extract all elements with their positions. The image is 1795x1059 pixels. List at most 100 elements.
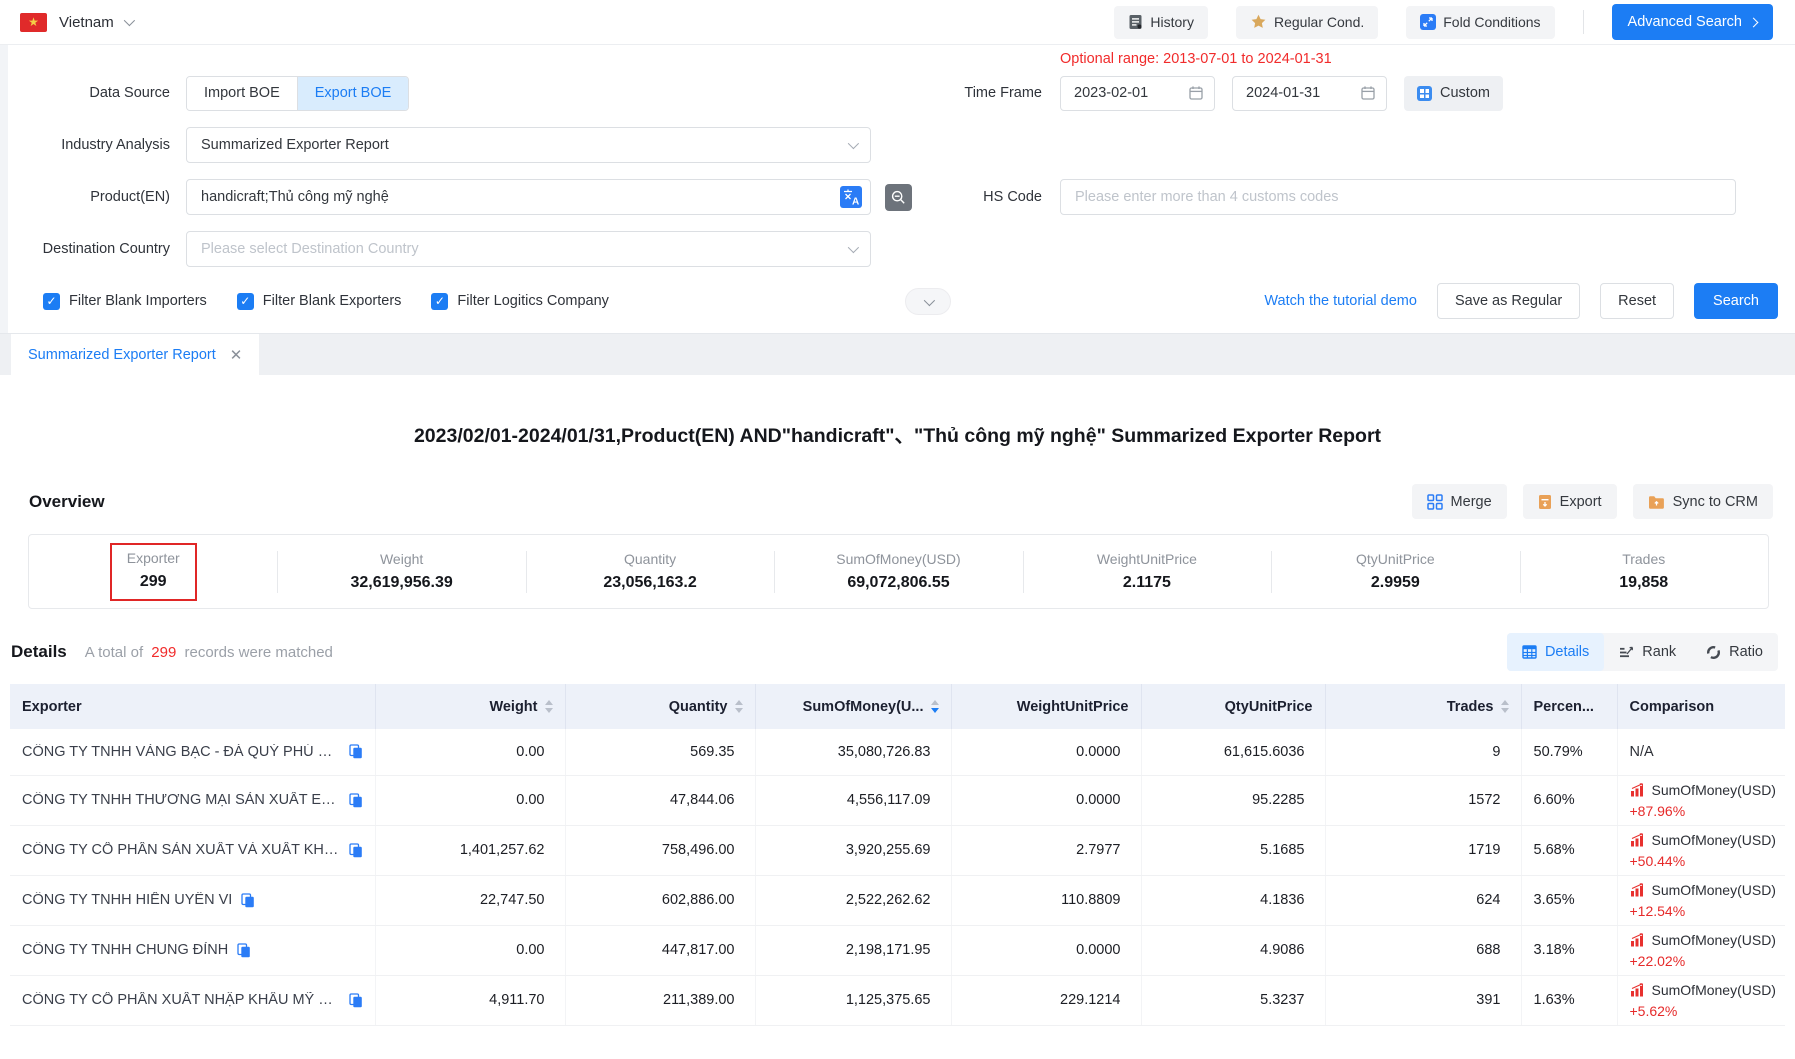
comparison-change-value: +87.96% (1630, 803, 1774, 819)
view-rank-button[interactable]: Rank (1604, 633, 1691, 671)
quantity-cell: 47,844.06 (565, 775, 755, 825)
percent-cell: 3.65% (1521, 875, 1617, 925)
records-matched-text: A total of 299 records were matched (85, 644, 333, 661)
sort-icon[interactable] (1501, 700, 1509, 713)
tutorial-demo-link[interactable]: Watch the tutorial demo (1264, 293, 1417, 309)
col-weight[interactable]: Weight (375, 684, 565, 729)
search-form: Optional range: 2013-07-01 to 2024-01-31… (0, 45, 1795, 333)
comparison-metric-label: SumOfMoney(USD) (1652, 882, 1776, 898)
search-button[interactable]: Search (1694, 283, 1778, 319)
date-to-input[interactable]: 2024-01-31 (1232, 76, 1387, 111)
tab-summarized-exporter-report[interactable]: Summarized Exporter Report ✕ (11, 334, 259, 375)
sort-icon[interactable] (735, 700, 743, 713)
import-boe-button[interactable]: Import BOE (187, 77, 298, 110)
fold-conditions-button[interactable]: Fold Conditions (1406, 6, 1554, 39)
tab-strip: Summarized Exporter Report ✕ (0, 333, 1795, 375)
reset-button[interactable]: Reset (1600, 283, 1674, 319)
hs-code-input[interactable] (1060, 179, 1736, 215)
red-bar-chart-icon (1630, 983, 1645, 997)
product-en-input[interactable] (186, 179, 871, 215)
date-from-input[interactable]: 2023-02-01 (1060, 76, 1215, 111)
chevron-down-icon (848, 242, 859, 253)
table-row[interactable]: CÔNG TY TNHH HIỀN UYÊN VI 22,747.50 602,… (10, 875, 1785, 925)
checkbox-checked-icon: ✓ (431, 293, 448, 310)
collapse-form-button[interactable] (905, 288, 951, 315)
stat-value: 69,072,806.55 (774, 574, 1022, 592)
table-row[interactable]: CÔNG TY CỔ PHẦN XUẤT NHẬP KHẨU MỸ NGH...… (10, 975, 1785, 1025)
export-button[interactable]: Export (1523, 484, 1617, 519)
stat-label: WeightUnitPrice (1023, 551, 1271, 567)
close-icon[interactable]: ✕ (230, 346, 243, 364)
copy-icon[interactable] (349, 993, 363, 1008)
filter-logitics-company-checkbox[interactable]: ✓ Filter Logitics Company (431, 293, 609, 310)
filter-blank-exporters-checkbox[interactable]: ✓ Filter Blank Exporters (237, 293, 402, 310)
stat-value: 19,858 (1520, 574, 1768, 592)
copy-icon[interactable] (241, 893, 255, 908)
copy-icon[interactable] (237, 943, 251, 958)
copy-icon[interactable] (349, 793, 363, 808)
table-row[interactable]: CÔNG TY CỔ PHẦN SẢN XUẤT VÀ XUẤT KHẨU ..… (10, 825, 1785, 875)
view-ratio-button[interactable]: Ratio (1691, 633, 1778, 671)
exporter-cell: CÔNG TY TNHH CHUNG ĐỈNH (10, 925, 375, 975)
destination-country-row: Destination Country Please select Destin… (8, 231, 1795, 267)
translate-icon[interactable]: A (840, 186, 862, 208)
stat-label: Weight (277, 551, 525, 567)
comparison-cell: SumOfMoney(USD) +50.44% (1617, 825, 1785, 875)
industry-analysis-select[interactable]: Summarized Exporter Report (186, 127, 871, 163)
chevron-down-icon[interactable] (124, 15, 135, 26)
merge-button[interactable]: Merge (1412, 484, 1507, 519)
total-suffix: records were matched (185, 644, 333, 661)
exclude-search-button[interactable] (885, 184, 912, 211)
col-quantity[interactable]: Quantity (565, 684, 755, 729)
copy-icon[interactable] (349, 843, 363, 858)
save-as-regular-button[interactable]: Save as Regular (1437, 283, 1580, 319)
table-row[interactable]: CÔNG TY TNHH CHUNG ĐỈNH 0.00 447,817.00 … (10, 925, 1785, 975)
exporter-cell: CÔNG TY CỔ PHẦN XUẤT NHẬP KHẨU MỸ NGH... (10, 975, 375, 1025)
sort-icon[interactable] (545, 700, 553, 713)
history-button[interactable]: History (1114, 6, 1208, 39)
data-source-row: Data Source Import BOE Export BOE Time F… (8, 75, 1795, 111)
weight-unit-price-cell: 2.7977 (951, 825, 1141, 875)
table-row[interactable]: CÔNG TY TNHH VÀNG BẠC - ĐÁ QUÝ PHÚ QUÝ 0… (10, 729, 1785, 775)
industry-analysis-row: Industry Analysis Summarized Exporter Re… (8, 127, 1795, 163)
qty-unit-price-cell: 5.3237 (1141, 975, 1325, 1025)
stat-trades: Trades 19,858 (1520, 551, 1768, 592)
country-selector-label[interactable]: Vietnam (59, 14, 114, 31)
comparison-change-value: +5.62% (1630, 1003, 1774, 1019)
filter-blank-importers-checkbox[interactable]: ✓ Filter Blank Importers (43, 293, 207, 310)
sync-to-crm-label: Sync to CRM (1673, 494, 1758, 510)
sync-to-crm-button[interactable]: Sync to CRM (1633, 484, 1773, 519)
custom-range-button[interactable]: Custom (1404, 76, 1503, 111)
regular-cond-button[interactable]: Regular Cond. (1236, 6, 1378, 39)
advanced-search-button[interactable]: Advanced Search (1612, 4, 1773, 40)
col-sum-of-money[interactable]: SumOfMoney(U... (755, 684, 951, 729)
sort-icon-active-desc[interactable] (931, 700, 939, 713)
ratio-icon (1706, 645, 1721, 660)
sum-of-money-cell: 35,080,726.83 (755, 729, 951, 775)
weight-unit-price-cell: 0.0000 (951, 729, 1141, 775)
table-row[interactable]: CÔNG TY TNHH THƯƠNG MẠI SẢN XUẤT EAG... … (10, 775, 1785, 825)
copy-icon[interactable] (349, 744, 363, 759)
col-trades[interactable]: Trades (1325, 684, 1521, 729)
red-bar-chart-icon (1630, 933, 1645, 947)
col-exporter: Exporter (10, 684, 375, 729)
sum-of-money-cell: 2,522,262.62 (755, 875, 951, 925)
calendar-icon (1360, 85, 1376, 101)
chevron-down-icon (924, 294, 935, 305)
stat-label: SumOfMoney(USD) (774, 551, 1022, 567)
table-header-row: Exporter Weight Quantity SumOfMoney(U...… (10, 684, 1785, 729)
quantity-cell: 569.35 (565, 729, 755, 775)
view-details-button[interactable]: Details (1507, 633, 1604, 671)
trades-cell: 624 (1325, 875, 1521, 925)
stat-value: 2.9959 (1271, 574, 1519, 592)
col-weight-unit-price: WeightUnitPrice (951, 684, 1141, 729)
weight-unit-price-cell: 110.8809 (951, 875, 1141, 925)
red-bar-chart-icon (1630, 833, 1645, 847)
checkbox-checked-icon: ✓ (237, 293, 254, 310)
destination-country-select[interactable]: Please select Destination Country (186, 231, 871, 267)
sum-of-money-cell: 4,556,117.09 (755, 775, 951, 825)
export-boe-button[interactable]: Export BOE (298, 77, 409, 110)
merge-label: Merge (1451, 494, 1492, 510)
trades-cell: 1719 (1325, 825, 1521, 875)
date-to-value: 2024-01-31 (1246, 85, 1360, 101)
